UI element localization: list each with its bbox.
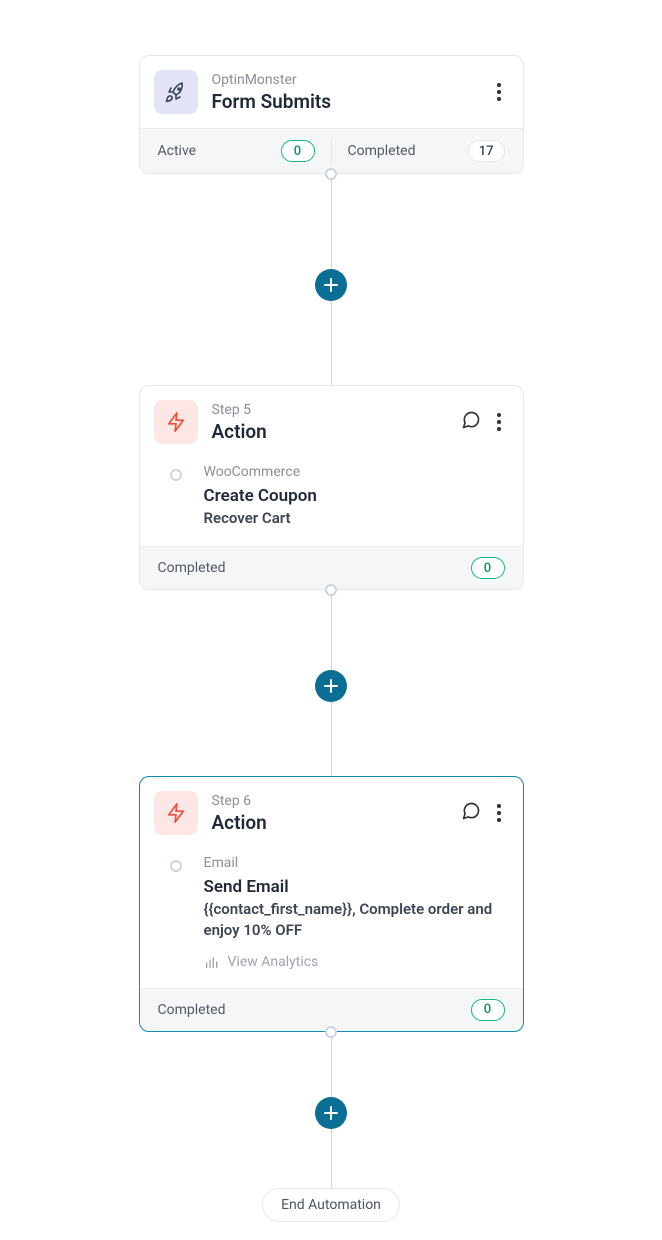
more-menu-icon[interactable] xyxy=(493,79,505,105)
completed-count: 17 xyxy=(468,140,505,162)
step5-label: Step 5 xyxy=(212,402,447,418)
step5-description: Recover Cart xyxy=(204,508,317,528)
connector-dot xyxy=(325,1026,337,1038)
analytics-label: View Analytics xyxy=(228,954,319,970)
step6-integration: Email xyxy=(204,855,505,871)
add-step-button[interactable] xyxy=(315,1097,347,1129)
comment-icon[interactable] xyxy=(461,410,481,434)
step6-action-name: Send Email xyxy=(204,877,505,897)
step5-integration: WooCommerce xyxy=(204,464,317,480)
step5-completed-label: Completed xyxy=(158,560,226,576)
connector-line xyxy=(331,701,332,776)
view-analytics-link[interactable]: View Analytics xyxy=(204,954,505,970)
step6-completed-label: Completed xyxy=(158,1002,226,1018)
active-label: Active xyxy=(158,143,197,159)
bolt-icon xyxy=(154,791,198,835)
step5-card[interactable]: Step 5 Action WooCommerce Create C xyxy=(139,385,524,590)
step-dot xyxy=(170,860,182,872)
step-dot xyxy=(170,469,182,481)
connector-line xyxy=(331,596,332,671)
step5-completed-count: 0 xyxy=(471,557,505,579)
end-automation-chip[interactable]: End Automation xyxy=(262,1188,400,1222)
step6-title: Action xyxy=(212,811,447,834)
rocket-icon xyxy=(154,70,198,114)
add-step-button[interactable] xyxy=(315,670,347,702)
connector-line xyxy=(331,1128,332,1188)
connector-dot xyxy=(325,584,337,596)
trigger-integration: OptinMonster xyxy=(212,72,479,88)
connector-line xyxy=(331,300,332,385)
trigger-title: Form Submits xyxy=(212,90,479,113)
active-count: 0 xyxy=(281,140,315,162)
step6-completed-count: 0 xyxy=(471,999,505,1021)
connector-line xyxy=(331,1038,332,1098)
step6-card[interactable]: Step 6 Action Email Send Email xyxy=(139,776,524,1032)
connector-line xyxy=(331,180,332,270)
step5-title: Action xyxy=(212,420,447,443)
more-menu-icon[interactable] xyxy=(493,800,505,826)
step5-action-name: Create Coupon xyxy=(204,486,317,506)
analytics-icon xyxy=(204,954,220,970)
add-step-button[interactable] xyxy=(315,269,347,301)
comment-icon[interactable] xyxy=(461,801,481,825)
more-menu-icon[interactable] xyxy=(493,409,505,435)
trigger-card[interactable]: OptinMonster Form Submits Active 0 Compl… xyxy=(139,55,524,174)
connector-dot xyxy=(325,168,337,180)
step6-label: Step 6 xyxy=(212,793,447,809)
bolt-icon xyxy=(154,400,198,444)
step6-description: {{contact_first_name}}, Complete order a… xyxy=(204,899,505,940)
completed-label: Completed xyxy=(348,143,416,159)
